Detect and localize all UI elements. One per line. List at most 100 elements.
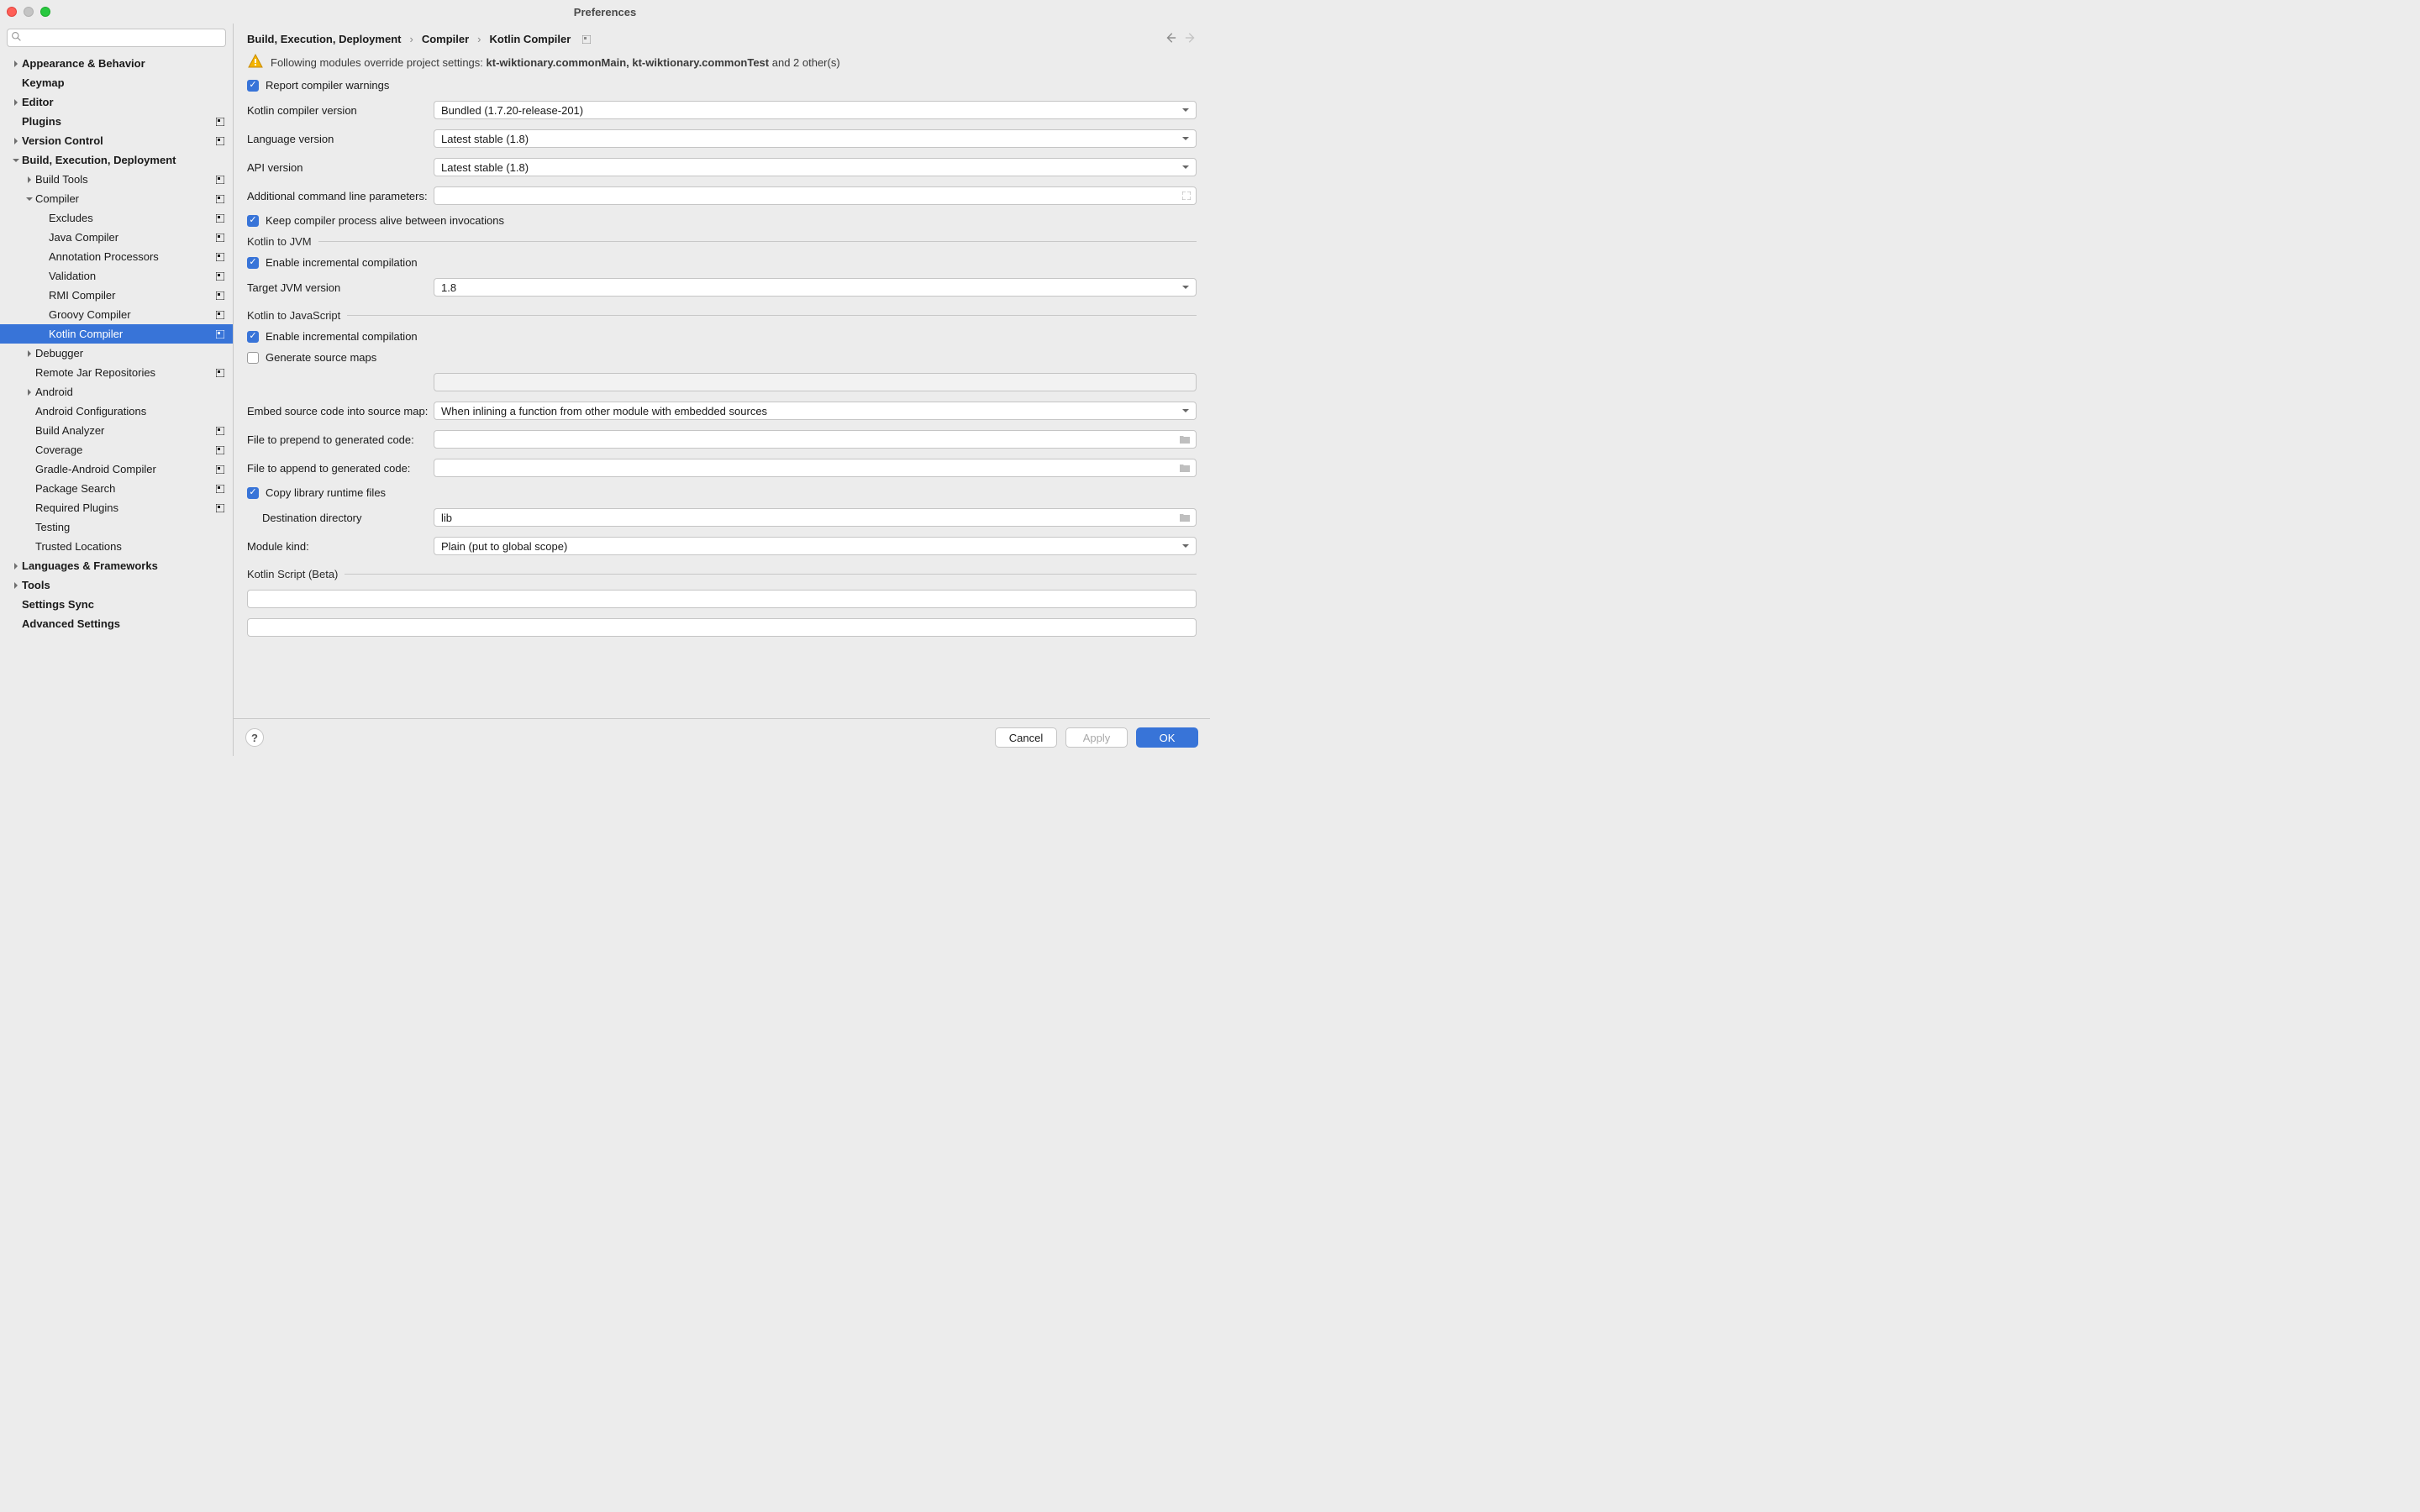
sidebar-item-label: Validation — [49, 270, 96, 282]
js-incremental-checkbox[interactable] — [247, 331, 259, 343]
settings-tree[interactable]: Appearance & Behavior Keymap EditorPlugins… — [0, 52, 233, 756]
tree-arrow-icon[interactable] — [12, 563, 20, 570]
sidebar-item[interactable]: Android Configurations — [0, 402, 233, 421]
nav-back-icon[interactable] — [1165, 32, 1176, 46]
sidebar-item[interactable]: Testing — [0, 517, 233, 537]
sidebar-item[interactable]: Debugger — [0, 344, 233, 363]
sidebar-item[interactable]: Trusted Locations — [0, 537, 233, 556]
report-warnings-label: Report compiler warnings — [266, 79, 389, 92]
sidebar-item[interactable]: Build Analyzer — [0, 421, 233, 440]
window-zoom-button[interactable] — [40, 7, 50, 17]
breadcrumb-item[interactable]: Compiler — [422, 33, 469, 45]
search-input[interactable] — [7, 29, 226, 47]
target-jvm-select[interactable]: 1.8 — [434, 278, 1197, 297]
embed-select[interactable]: When inlining a function from other modu… — [434, 402, 1197, 420]
breadcrumb-item: Kotlin Compiler — [490, 33, 571, 45]
module-kind-select[interactable]: Plain (put to global scope) — [434, 537, 1197, 555]
sidebar-item[interactable]: Annotation Processors — [0, 247, 233, 266]
folder-icon[interactable] — [1179, 434, 1191, 444]
sidebar-item[interactable]: Plugins — [0, 112, 233, 131]
project-level-icon — [216, 485, 224, 493]
keep-alive-checkbox[interactable] — [247, 215, 259, 227]
window-minimize-button — [24, 7, 34, 17]
prepend-input[interactable] — [434, 430, 1197, 449]
sidebar-item[interactable]: Keymap — [0, 73, 233, 92]
sidebar-item[interactable]: Editor — [0, 92, 233, 112]
sidebar-item[interactable]: Remote Jar Repositories — [0, 363, 233, 382]
script-input-1[interactable] — [247, 590, 1197, 608]
ok-button[interactable]: OK — [1136, 727, 1198, 748]
sidebar-item[interactable]: Advanced Settings — [0, 614, 233, 633]
project-level-icon — [216, 176, 224, 184]
sidebar-item-label: Package Search — [35, 482, 115, 495]
tree-arrow-icon[interactable] — [25, 389, 34, 396]
sidebar-item[interactable]: Tools — [0, 575, 233, 595]
project-level-icon — [216, 272, 224, 281]
language-version-select[interactable]: Latest stable (1.8) — [434, 129, 1197, 148]
tree-arrow-icon[interactable] — [12, 582, 20, 589]
report-warnings-checkbox[interactable] — [247, 80, 259, 92]
sidebar-item-label: Groovy Compiler — [49, 308, 131, 321]
sidebar-item-label: RMI Compiler — [49, 289, 115, 302]
sidebar-item[interactable]: Required Plugins — [0, 498, 233, 517]
sidebar-item[interactable]: Compiler — [0, 189, 233, 208]
js-sourcemaps-label: Generate source maps — [266, 351, 376, 364]
search-icon — [11, 31, 22, 45]
project-level-icon — [216, 291, 224, 300]
compiler-version-select[interactable]: Bundled (1.7.20-release-201) — [434, 101, 1197, 119]
jvm-incremental-checkbox[interactable] — [247, 257, 259, 269]
sidebar-item[interactable]: Appearance & Behavior — [0, 54, 233, 73]
sidebar-item[interactable]: Settings Sync — [0, 595, 233, 614]
folder-icon[interactable] — [1179, 463, 1191, 473]
sidebar-item[interactable]: Android — [0, 382, 233, 402]
additional-params-input[interactable] — [434, 186, 1197, 205]
module-kind-label: Module kind: — [247, 540, 434, 553]
folder-icon[interactable] — [1179, 512, 1191, 522]
copy-runtime-checkbox[interactable] — [247, 487, 259, 499]
dest-dir-input[interactable]: lib — [434, 508, 1197, 527]
sidebar-item[interactable]: Groovy Compiler — [0, 305, 233, 324]
tree-arrow-icon[interactable] — [12, 138, 20, 144]
dest-dir-label: Destination directory — [247, 512, 434, 524]
tree-arrow-icon[interactable] — [12, 60, 20, 67]
breadcrumb: Build, Execution, Deployment › Compiler … — [247, 33, 591, 45]
sidebar-item[interactable]: Build, Execution, Deployment — [0, 150, 233, 170]
sidebar-item[interactable]: Validation — [0, 266, 233, 286]
tree-arrow-icon[interactable] — [12, 99, 20, 106]
expand-icon[interactable] — [1182, 192, 1191, 200]
sidebar-item[interactable]: Build Tools — [0, 170, 233, 189]
sidebar-item[interactable]: Coverage — [0, 440, 233, 459]
sidebar-item-label: Settings Sync — [22, 598, 94, 611]
tree-arrow-icon[interactable] — [25, 350, 34, 357]
sidebar-item-label: Keymap — [22, 76, 65, 89]
sidebar-item[interactable]: RMI Compiler — [0, 286, 233, 305]
api-version-select[interactable]: Latest stable (1.8) — [434, 158, 1197, 176]
sidebar-item[interactable]: Gradle-Android Compiler — [0, 459, 233, 479]
additional-params-label: Additional command line parameters: — [247, 190, 434, 202]
sidebar-item-label: Android — [35, 386, 73, 398]
tree-arrow-icon[interactable] — [25, 176, 34, 183]
jvm-incremental-label: Enable incremental compilation — [266, 256, 418, 269]
sidebar-item[interactable]: Languages & Frameworks — [0, 556, 233, 575]
project-level-icon — [582, 35, 591, 44]
tree-arrow-icon[interactable] — [25, 196, 34, 202]
sidebar-item[interactable]: Package Search — [0, 479, 233, 498]
js-sourcemaps-checkbox[interactable] — [247, 352, 259, 364]
project-level-icon — [216, 369, 224, 377]
sidebar-item-label: Java Compiler — [49, 231, 118, 244]
sidebar-item[interactable]: Excludes — [0, 208, 233, 228]
window-close-button[interactable] — [7, 7, 17, 17]
api-version-label: API version — [247, 161, 434, 174]
project-level-icon — [216, 427, 224, 435]
breadcrumb-item[interactable]: Build, Execution, Deployment — [247, 33, 401, 45]
help-button[interactable]: ? — [245, 728, 264, 747]
sidebar-item[interactable]: Kotlin Compiler — [0, 324, 233, 344]
tree-arrow-icon[interactable] — [12, 157, 20, 164]
script-input-2[interactable] — [247, 618, 1197, 637]
cancel-button[interactable]: Cancel — [995, 727, 1057, 748]
sidebar-item[interactable]: Java Compiler — [0, 228, 233, 247]
project-level-icon — [216, 446, 224, 454]
project-level-icon — [216, 465, 224, 474]
sidebar-item[interactable]: Version Control — [0, 131, 233, 150]
append-input[interactable] — [434, 459, 1197, 477]
